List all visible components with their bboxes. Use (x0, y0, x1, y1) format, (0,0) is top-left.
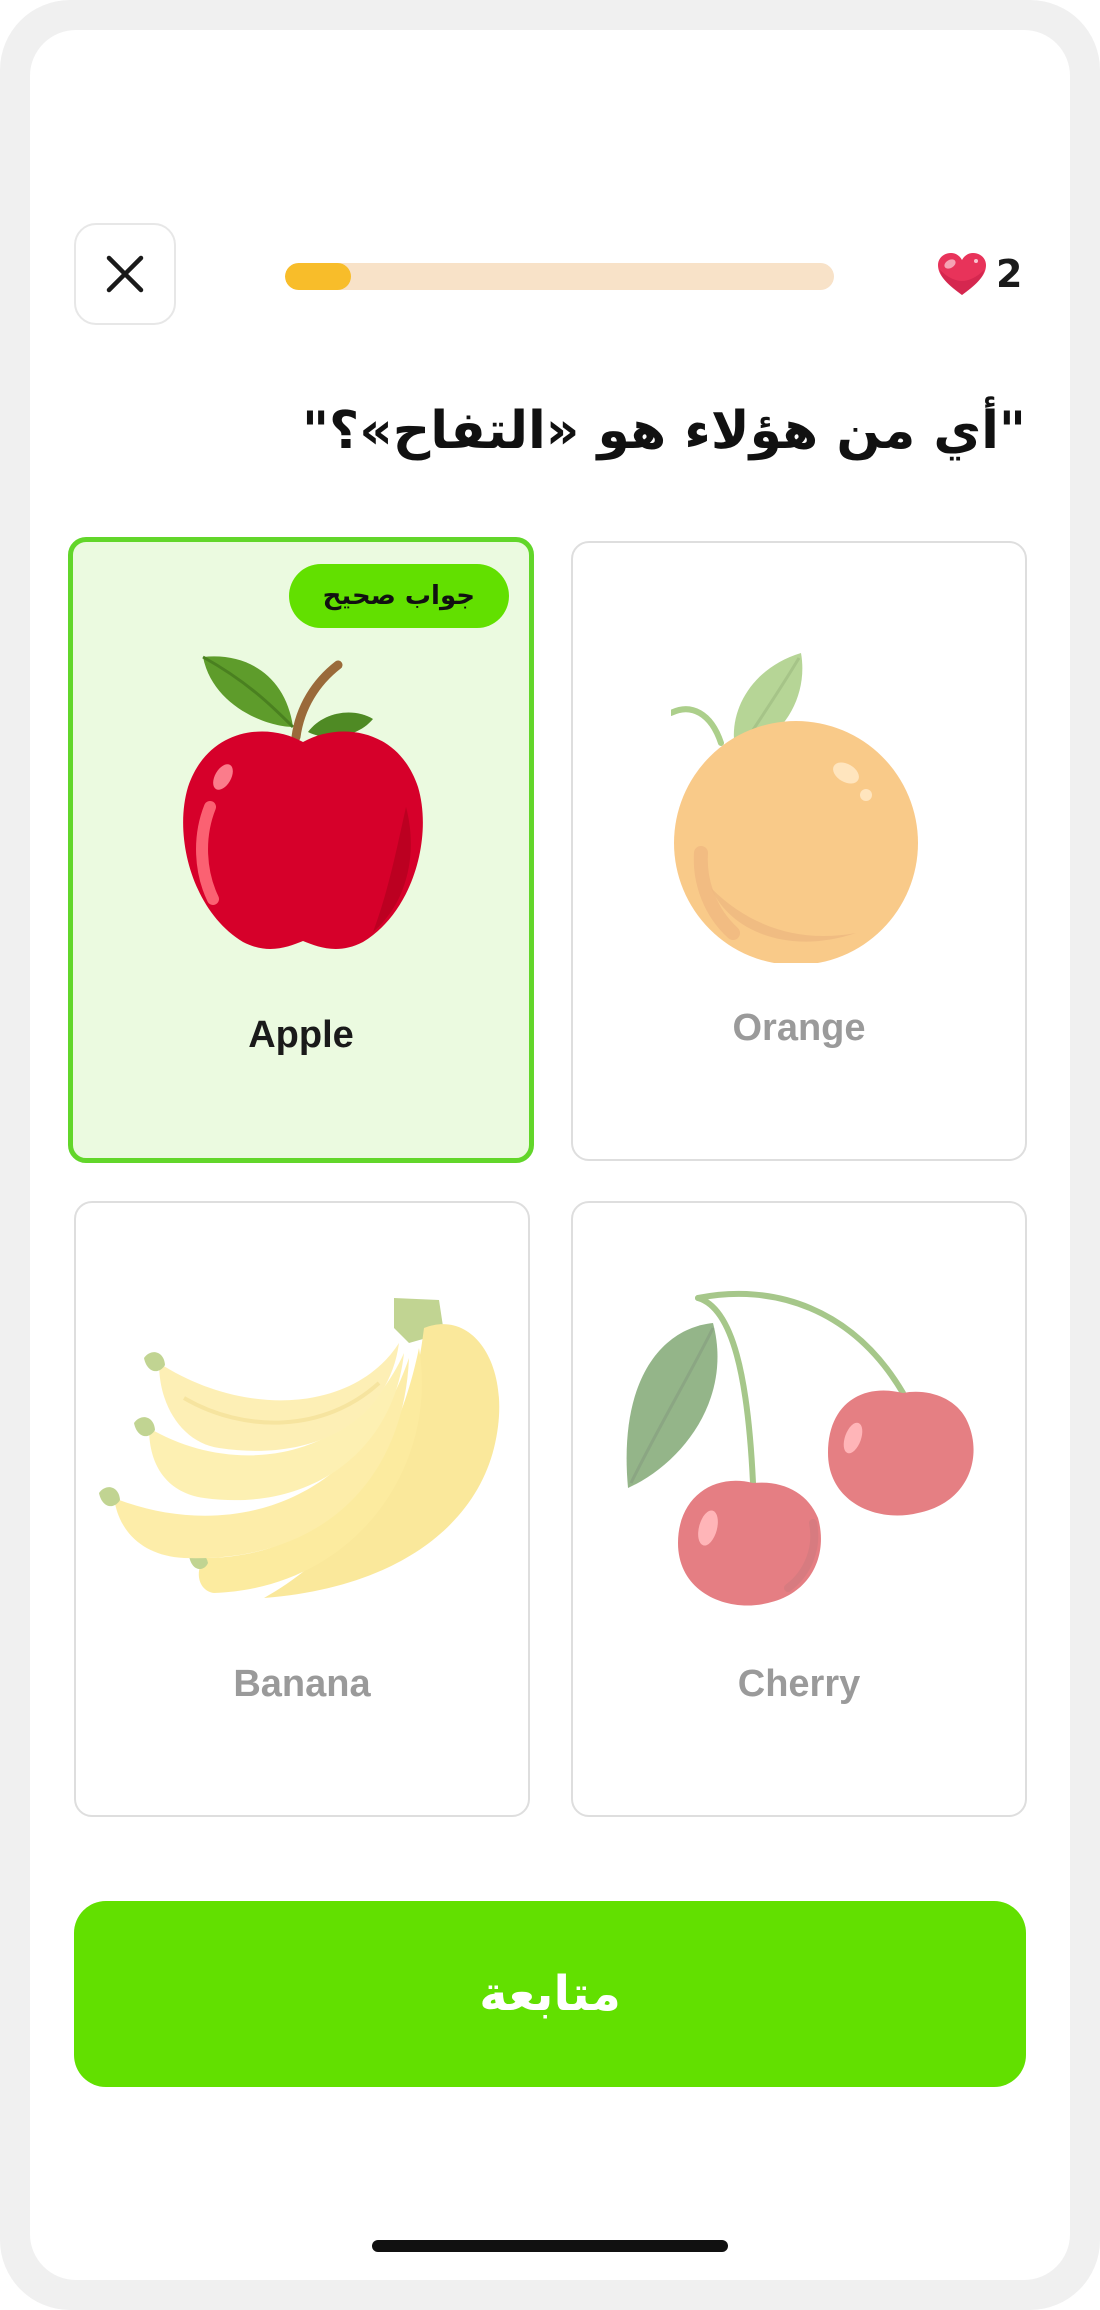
hearts-counter: 2 (936, 251, 1022, 297)
lesson-progress-bar (285, 263, 834, 290)
hearts-count: 2 (996, 252, 1023, 296)
question-title: "أي من هؤلاء هو «التفاح»؟" (301, 401, 1026, 461)
screen: 2 "أي من هؤلاء هو «التفاح»؟" جواب صحيح A… (30, 30, 1070, 2280)
option-card-orange[interactable]: Orange (571, 541, 1027, 1161)
option-label-banana: Banana (233, 1663, 371, 1705)
banana-icon (99, 1298, 500, 1598)
progress-fill (285, 263, 351, 290)
option-card-apple[interactable]: جواب صحيح Apple (68, 537, 534, 1163)
apple-icon (183, 655, 423, 949)
device-frame: 2 "أي من هؤلاء هو «التفاح»؟" جواب صحيح A… (0, 0, 1100, 2310)
close-button[interactable] (74, 223, 176, 325)
option-card-banana[interactable]: Banana (74, 1201, 530, 1817)
cherry-icon (626, 1290, 974, 1606)
option-label-orange: Orange (732, 1007, 866, 1049)
orange-icon (671, 653, 918, 963)
option-label-apple: Apple (248, 1014, 354, 1056)
correct-answer-badge: جواب صحيح (288, 564, 509, 628)
continue-button[interactable]: متابعة (74, 1901, 1026, 2087)
home-indicator (372, 2240, 728, 2252)
option-label-cherry: Cherry (737, 1663, 861, 1705)
option-card-cherry[interactable]: Cherry (571, 1201, 1027, 1817)
heart-icon (938, 253, 986, 295)
close-icon (106, 255, 144, 293)
